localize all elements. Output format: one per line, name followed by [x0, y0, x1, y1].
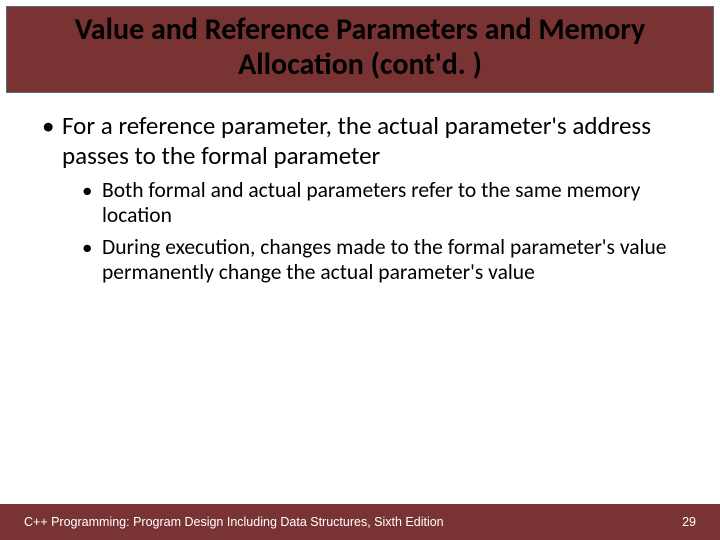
slide-title: Value and Reference Parameters and Memor…: [17, 13, 703, 82]
bullet-text: During execution, changes made to the fo…: [102, 234, 666, 285]
page-number: 29: [682, 515, 696, 529]
slide-body: For a reference parameter, the actual pa…: [0, 93, 720, 540]
bullet-text: Both formal and actual parameters refer …: [102, 177, 640, 228]
title-bar: Value and Reference Parameters and Memor…: [6, 6, 714, 93]
footer-text: C++ Programming: Program Design Includin…: [24, 515, 444, 529]
bullet-list-level1: For a reference parameter, the actual pa…: [36, 111, 684, 285]
list-item: Both formal and actual parameters refer …: [78, 178, 684, 229]
list-item: During execution, changes made to the fo…: [78, 235, 684, 286]
slide: Value and Reference Parameters and Memor…: [0, 0, 720, 540]
bullet-list-level2: Both formal and actual parameters refer …: [62, 178, 684, 285]
list-item: For a reference parameter, the actual pa…: [36, 111, 684, 285]
bullet-text: For a reference parameter, the actual pa…: [62, 110, 651, 171]
footer-bar: C++ Programming: Program Design Includin…: [0, 504, 720, 540]
